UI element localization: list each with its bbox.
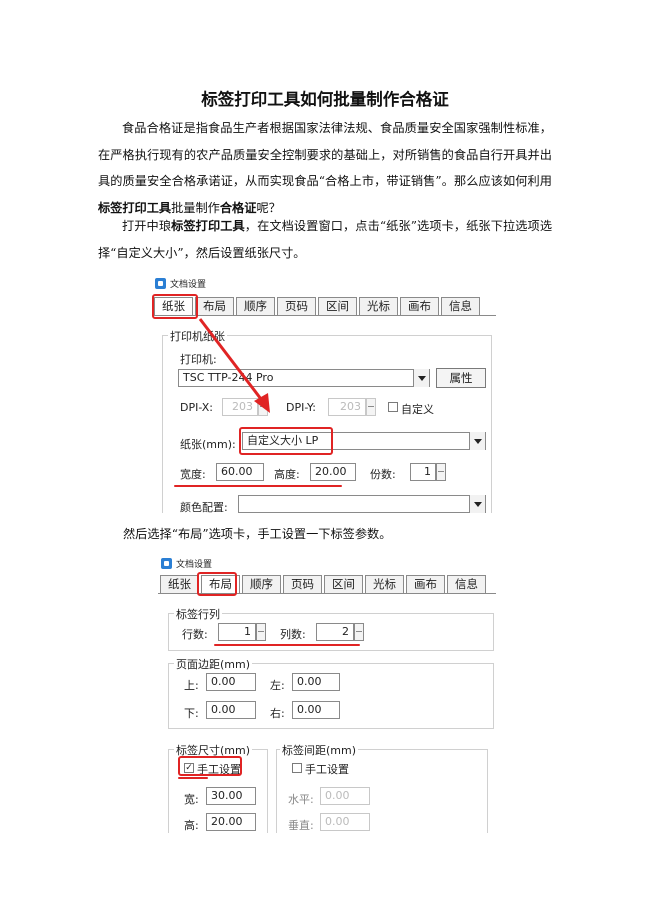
tab-paper[interactable]: 纸张 — [160, 575, 199, 593]
tab-layout[interactable]: 布局 — [201, 575, 240, 593]
tab-cursor[interactable]: 光标 — [365, 575, 404, 593]
arrow-icon — [198, 318, 270, 413]
rows-label: 行数: — [182, 628, 208, 641]
window-title: 文档设置 — [176, 559, 213, 570]
tab-range[interactable]: 区间 — [324, 575, 363, 593]
layout-settings-screenshot: 文档设置 纸张 布局 顺序 页码 区间 光标 画布 信息 标签行列 行数: 1 … — [158, 553, 496, 833]
label-height-label: 高: — [184, 819, 199, 832]
intro-paragraph: 食品合格证是指食品生产者根据国家法律法规、食品质量安全国家强制性标准，在严格执行… — [98, 121, 552, 215]
cols-label: 列数: — [280, 628, 306, 641]
margin-top-field[interactable]: 0.00 — [206, 673, 256, 691]
step1-paragraph: 打开中琅标签打印工具，在文档设置窗口，点击“纸张”选项卡，纸张下拉选项选择“自定… — [98, 219, 553, 260]
margin-right-field[interactable]: 0.00 — [292, 701, 340, 719]
vertical-gap-field[interactable]: 0.00 — [320, 813, 370, 831]
window-titlebar: 文档设置 — [158, 553, 496, 573]
label-width-label: 宽: — [184, 793, 199, 806]
page-margin-group-label: 页面边距(mm) — [174, 656, 253, 672]
manual-size-checkbox[interactable]: ✓ — [184, 763, 194, 773]
margin-right-label: 右: — [270, 707, 285, 720]
page-title: 标签打印工具如何批量制作合格证 — [201, 90, 449, 109]
tab-info[interactable]: 信息 — [447, 575, 486, 593]
label-gap-group-label: 标签间距(mm) — [280, 742, 359, 758]
margin-bottom-label: 下: — [184, 707, 199, 720]
label-width-field[interactable]: 30.00 — [206, 787, 256, 805]
manual-size-label: 手工设置 — [197, 763, 241, 776]
horizontal-gap-field[interactable]: 0.00 — [320, 787, 370, 805]
app-icon — [161, 557, 172, 569]
label-height-field[interactable]: 20.00 — [206, 813, 256, 831]
manual-gap-checkbox[interactable] — [292, 763, 302, 773]
paper-settings-screenshot: 文档设置 纸张 布局 顺序 页码 区间 光标 画布 信息 打印机纸张 打印机: … — [152, 273, 496, 513]
rows-stepper[interactable] — [256, 623, 266, 641]
vertical-gap-label: 垂直: — [288, 819, 314, 832]
tab-divider — [158, 593, 496, 594]
tab-order[interactable]: 顺序 — [242, 575, 281, 593]
step2-paragraph: 然后选择“布局”选项卡，手工设置一下标签参数。 — [123, 527, 392, 541]
margin-left-label: 左: — [270, 679, 285, 692]
manual-gap-label: 手工设置 — [305, 763, 349, 776]
tab-page-number[interactable]: 页码 — [283, 575, 322, 593]
tab-canvas[interactable]: 画布 — [406, 575, 445, 593]
margin-left-field[interactable]: 0.00 — [292, 673, 340, 691]
cols-field[interactable]: 2 — [316, 623, 354, 641]
rows-field[interactable]: 1 — [218, 623, 256, 641]
horizontal-gap-label: 水平: — [288, 793, 314, 806]
margin-top-label: 上: — [184, 679, 199, 692]
cols-stepper[interactable] — [354, 623, 364, 641]
label-size-group-label: 标签尺寸(mm) — [174, 742, 253, 758]
tab-bar: 纸张 布局 顺序 页码 区间 光标 画布 信息 — [160, 575, 488, 593]
margin-bottom-field[interactable]: 0.00 — [206, 701, 256, 719]
rows-cols-group-label: 标签行列 — [174, 606, 222, 622]
